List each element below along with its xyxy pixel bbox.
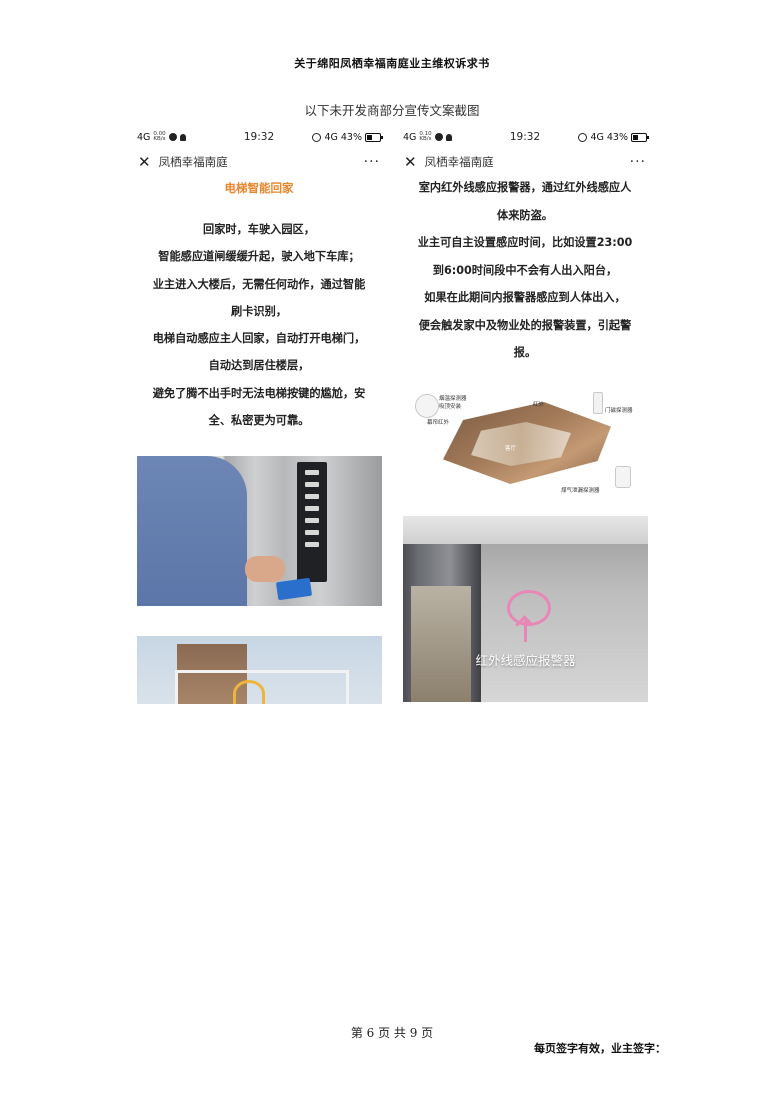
more-icon[interactable]: ··· [630, 154, 646, 170]
gas-detector-icon [615, 466, 631, 488]
app-notification-icon [434, 133, 443, 141]
network-signal-icon: 4G [137, 131, 151, 143]
bell-icon [179, 133, 186, 141]
article-line: 报。 [513, 346, 537, 359]
status-bar: 4G 0.00 KB/s 19:32 4G 43% [135, 124, 383, 150]
article-line: 业主可自主设置感应时间，比如设置23:00 [417, 236, 633, 249]
article-line: 刷卡识别， [231, 304, 287, 318]
screenshot-caption: 以下未开发商部分宣传文案截图 [304, 103, 480, 118]
elevator-panel-shape [297, 462, 327, 582]
alarm-icon [312, 132, 322, 142]
ceiling-shape [403, 516, 648, 544]
signature-prompt: 每页签字有效，业主签字： [534, 1042, 666, 1055]
article-line: 全、私密更为可靠。 [208, 414, 310, 428]
article-line: 便会触发家中及物业处的报警装置，引起警 [418, 318, 632, 332]
status-time: 19:32 [243, 131, 275, 143]
close-icon[interactable]: ✕ [138, 154, 151, 170]
access-card-shape [275, 577, 313, 601]
label-gas-detector: 煤气泄漏探测器 [561, 488, 600, 494]
window-glass-shape [411, 586, 471, 702]
status-bar: 4G 0.10 KB/s 19:32 4G 43% [401, 124, 649, 150]
smart-home-diagram: 烟温探测器 吸顶安装 幕帘红外 红外 门磁探测器 煤气泄漏探测器 客厅 [409, 388, 639, 494]
bell-icon [445, 133, 452, 141]
screenshot-elevator: 4G 0.00 KB/s 19:32 4G 43% ✕ 凤栖幸福南庭 ··· 电… [135, 124, 383, 704]
label-ir: 红外 [533, 402, 545, 408]
article-body: 室内红外线感应报警器，通过红外线感应人 体来防盗。 业主可自主设置感应时间，比如… [401, 174, 649, 367]
article-line: 到6:00时间段中不会有人出入阳台， [432, 263, 618, 277]
label-curtain-ir: 幕帘红外 [427, 420, 450, 426]
article-line: 回家时，车驶入园区， [203, 223, 315, 236]
battery-percent: 43% [606, 131, 628, 143]
smoke-detector-icon [415, 394, 439, 418]
article-heading: 电梯智能回家 [224, 181, 294, 195]
photo-caption: 红外线感应报警器 [475, 653, 576, 668]
article-line: 室内红外线感应报警器，通过红外线感应人 [418, 181, 632, 194]
person-arm-shape [137, 456, 247, 606]
alarm-icon [578, 132, 588, 142]
article-navbar: ✕ 凤栖幸福南庭 ··· [135, 150, 383, 174]
nav-title: 凤栖幸福南庭 [424, 155, 494, 169]
battery-icon [630, 132, 649, 142]
building-photo [137, 636, 382, 704]
elevator-card-photo [137, 456, 382, 606]
label-living-room: 客厅 [505, 446, 517, 452]
network-signal-icon: 4G [403, 131, 417, 143]
article-line: 自动达到居住楼层， [208, 359, 310, 373]
page-number: 第 6 页 共 9 页 [350, 1026, 434, 1040]
article-line: 智能感应道闸缓缓升起，驶入地下车库； [158, 250, 360, 264]
logo-shape [233, 680, 265, 704]
signal-label: 4G [324, 131, 338, 143]
battery-icon [364, 132, 383, 142]
article-body: 电梯智能回家 回家时，车驶入园区， 智能感应道闸缓缓升起，驶入地下车库； 业主进… [135, 180, 383, 434]
nav-title: 凤栖幸福南庭 [158, 155, 228, 169]
network-speed: 0.10 KB/s [419, 131, 432, 142]
hand-shape [245, 556, 285, 582]
article-navbar: ✕ 凤栖幸福南庭 ··· [401, 150, 649, 174]
app-notification-icon [168, 133, 177, 141]
article-line: 体来防盗。 [497, 208, 553, 222]
article-line: 避免了腾不出手时无法电梯按键的尴尬，安 [152, 386, 366, 400]
screenshot-alarm: 4G 0.10 KB/s 19:32 4G 43% ✕ 凤栖幸福南庭 ··· 室… [401, 124, 649, 704]
network-speed: 0.00 KB/s [153, 131, 166, 142]
article-line: 电梯自动感应主人回家，自动打开电梯门， [152, 332, 366, 346]
battery-percent: 43% [340, 131, 362, 143]
signal-label: 4G [590, 131, 604, 143]
arrow-up-icon [524, 620, 527, 642]
document-title: 关于绵阳凤栖幸福南庭业主维权诉求书 [294, 57, 490, 70]
label-smoke-detector: 烟温探测器 吸顶安装 [439, 396, 467, 410]
door-sensor-icon [593, 392, 603, 414]
label-door-sensor: 门磁探测器 [605, 408, 633, 414]
status-time: 19:32 [509, 131, 541, 143]
article-line: 如果在此期间内报警器感应到人体出入， [424, 291, 626, 304]
article-line: 业主进入大楼后，无需任何动作，通过智能 [152, 277, 366, 291]
close-icon[interactable]: ✕ [404, 154, 417, 170]
ir-alarm-photo: 红外线感应报警器 [403, 516, 648, 702]
more-icon[interactable]: ··· [364, 154, 380, 170]
